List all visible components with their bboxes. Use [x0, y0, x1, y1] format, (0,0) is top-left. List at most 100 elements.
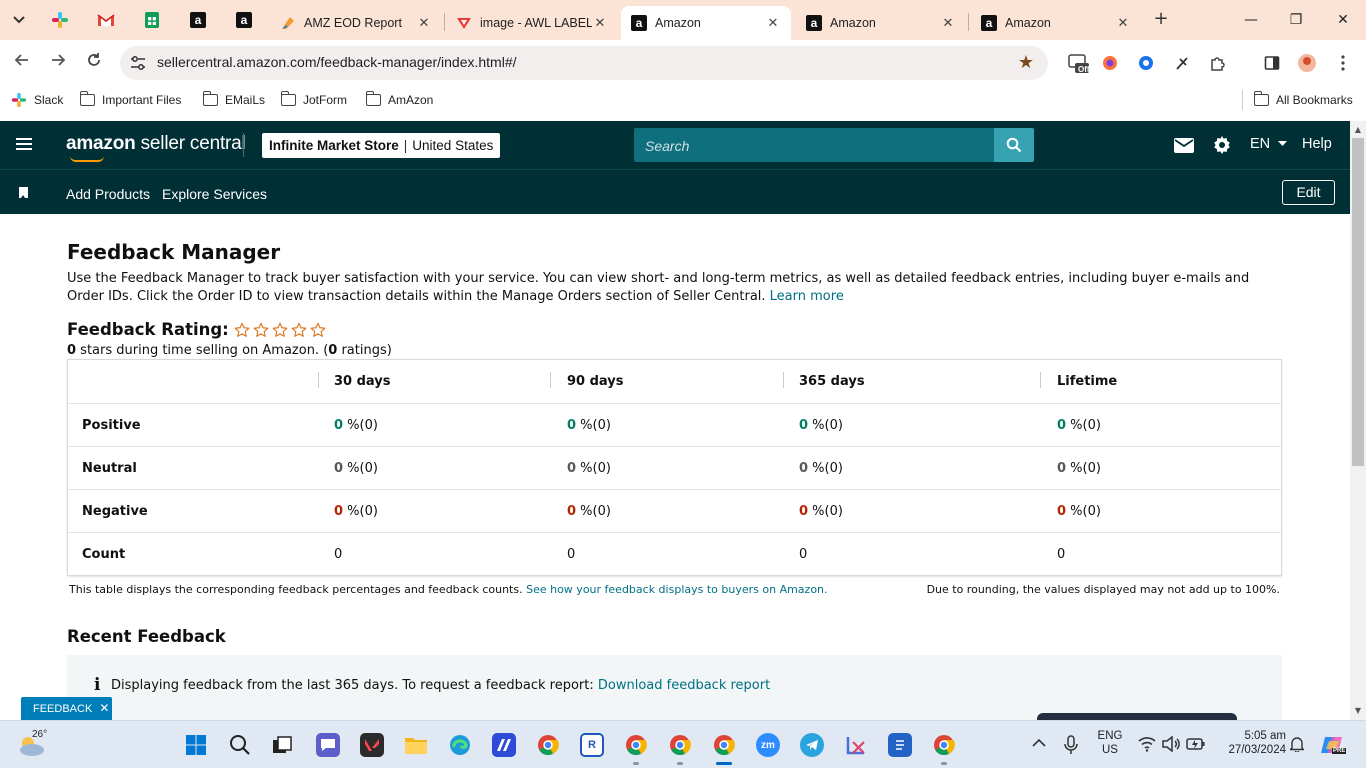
svg-text:a: a: [811, 16, 818, 30]
new-tab-button[interactable]: +: [1151, 10, 1171, 30]
download-feedback-report-link[interactable]: Download feedback report: [598, 678, 770, 693]
file-explorer-icon[interactable]: [404, 733, 428, 757]
notepad-icon[interactable]: [888, 733, 912, 757]
site-settings-icon[interactable]: [130, 55, 146, 71]
feedback-widget-tab[interactable]: FEEDBACK ✕: [21, 697, 112, 720]
minimize-button[interactable]: —: [1228, 8, 1274, 32]
all-bookmarks[interactable]: All Bookmarks: [1253, 91, 1353, 108]
mail-icon[interactable]: [1173, 135, 1195, 155]
chrome-profile-icon[interactable]: [668, 733, 692, 757]
amazon-icon[interactable]: a: [232, 8, 256, 32]
recent-feedback-heading: Recent Feedback: [67, 627, 226, 646]
learn-more-link[interactable]: Learn more: [770, 289, 844, 304]
chevron-up-icon[interactable]: [1032, 737, 1048, 753]
help-link[interactable]: Help: [1302, 136, 1332, 152]
tab-label: image - AWL LABEL: [480, 16, 592, 30]
close-window-button[interactable]: ✕: [1320, 8, 1366, 32]
wifi-icon[interactable]: [1138, 736, 1158, 754]
snipping-tool-icon[interactable]: [844, 733, 868, 757]
tab-close-icon[interactable]: ✕: [1115, 15, 1131, 31]
browser-tab[interactable]: AMZ EOD Report ✕: [270, 6, 442, 40]
close-icon[interactable]: ✕: [99, 701, 109, 715]
chrome-icon[interactable]: [536, 733, 560, 757]
column-separator: [783, 372, 784, 388]
amazon-icon[interactable]: a: [186, 8, 210, 32]
chrome-profile-icon[interactable]: [932, 733, 956, 757]
taskbar-search-icon[interactable]: [228, 733, 252, 757]
svg-text:a: a: [241, 13, 248, 27]
reload-button[interactable]: [82, 51, 106, 75]
bookmark-amazon[interactable]: AmAzon: [365, 91, 433, 108]
pen-extension-icon[interactable]: [1170, 51, 1194, 75]
explore-services-link[interactable]: Explore Services: [162, 186, 267, 202]
language-selector[interactable]: EN: [1250, 136, 1288, 152]
extension-off-icon[interactable]: Off: [1066, 51, 1090, 75]
store-selector[interactable]: Infinite Market Store | United States: [262, 133, 501, 158]
tab-close-icon[interactable]: ✕: [765, 15, 781, 31]
edit-button[interactable]: Edit: [1282, 180, 1335, 205]
svg-text:a: a: [195, 13, 202, 27]
microphone-icon[interactable]: [1064, 735, 1080, 755]
table-row-negative: Negative 0 %(0) 0 %(0) 0 %(0) 0 %(0): [68, 489, 1281, 532]
restore-button[interactable]: ❐: [1273, 8, 1319, 32]
seller-central-logo[interactable]: amazon seller central: [66, 133, 246, 155]
browser-tab[interactable]: a Amazon ✕: [796, 6, 966, 40]
puzzle-extensions-icon[interactable]: [1206, 51, 1230, 75]
svg-text:a: a: [636, 16, 643, 30]
chrome-profile-icon[interactable]: [624, 733, 648, 757]
tab-close-icon[interactable]: ✕: [592, 15, 608, 31]
teams-chat-icon[interactable]: [316, 733, 340, 757]
search-input[interactable]: Search: [634, 128, 995, 162]
add-products-link[interactable]: Add Products: [66, 186, 150, 202]
scroll-up-arrow-icon[interactable]: ▲: [1353, 125, 1363, 135]
browser-tab-active[interactable]: a Amazon ✕: [621, 6, 791, 40]
scroll-down-arrow-icon[interactable]: ▼: [1353, 706, 1363, 716]
slack-icon[interactable]: [48, 8, 72, 32]
gmail-icon[interactable]: [94, 8, 118, 32]
firefox-extension-icon[interactable]: [1098, 51, 1122, 75]
bookmark-icon[interactable]: [19, 187, 28, 198]
sheets-icon[interactable]: [140, 8, 164, 32]
copilot-icon[interactable]: PRE: [1320, 733, 1347, 759]
sync-extension-icon[interactable]: [1134, 51, 1158, 75]
notification-bell-icon[interactable]: [1288, 736, 1306, 754]
maps-app-icon[interactable]: [492, 733, 516, 757]
chrome-profile-active-icon[interactable]: [712, 733, 736, 757]
bookmark-star-icon[interactable]: ★: [1018, 52, 1034, 73]
folder-icon: [1253, 91, 1269, 106]
more-menu-icon[interactable]: [1331, 51, 1355, 75]
bookmark-emails[interactable]: EMaiLs: [202, 91, 265, 108]
tab-close-icon[interactable]: ✕: [416, 15, 432, 31]
browser-tab[interactable]: a Amazon ✕: [971, 6, 1141, 40]
settings-gear-icon[interactable]: [1211, 135, 1233, 155]
info-alert: i Displaying feedback from the last 365 …: [67, 655, 1282, 720]
system-clock[interactable]: 5:05 am 27/03/2024: [1210, 730, 1286, 756]
url-text[interactable]: sellercentral.amazon.com/feedback-manage…: [157, 54, 517, 70]
battery-icon[interactable]: [1186, 737, 1206, 753]
remote-app-icon[interactable]: R: [580, 733, 604, 757]
search-button[interactable]: [994, 128, 1034, 162]
feedback-display-link[interactable]: See how your feedback displays to buyers…: [526, 583, 827, 596]
volume-icon[interactable]: [1162, 735, 1182, 754]
hamburger-menu-icon[interactable]: [16, 138, 32, 150]
input-language[interactable]: ENG US: [1094, 730, 1126, 756]
task-view-icon[interactable]: [270, 733, 294, 757]
weather-widget[interactable]: 26°: [16, 729, 47, 759]
tab-search-chevron-icon[interactable]: [8, 9, 30, 31]
side-panel-icon[interactable]: [1260, 51, 1284, 75]
windows-start-icon[interactable]: [184, 733, 208, 757]
browser-tab[interactable]: image - AWL LABEL ✕: [446, 6, 618, 40]
valorant-icon[interactable]: [360, 733, 384, 757]
omnibox[interactable]: sellercentral.amazon.com/feedback-manage…: [120, 46, 1048, 80]
bookmark-slack[interactable]: Slack: [11, 92, 63, 108]
tab-close-icon[interactable]: ✕: [940, 15, 956, 31]
back-button[interactable]: [10, 51, 34, 75]
edge-browser-icon[interactable]: [448, 733, 472, 757]
bookmark-jotform[interactable]: JotForm: [280, 91, 347, 108]
scrollbar-thumb[interactable]: [1352, 138, 1364, 466]
profile-avatar[interactable]: [1295, 51, 1319, 75]
forward-button[interactable]: [46, 51, 70, 75]
telegram-icon[interactable]: [800, 733, 824, 757]
zoom-app-icon[interactable]: zm: [756, 733, 780, 757]
bookmark-important-files[interactable]: Important Files: [79, 91, 181, 108]
